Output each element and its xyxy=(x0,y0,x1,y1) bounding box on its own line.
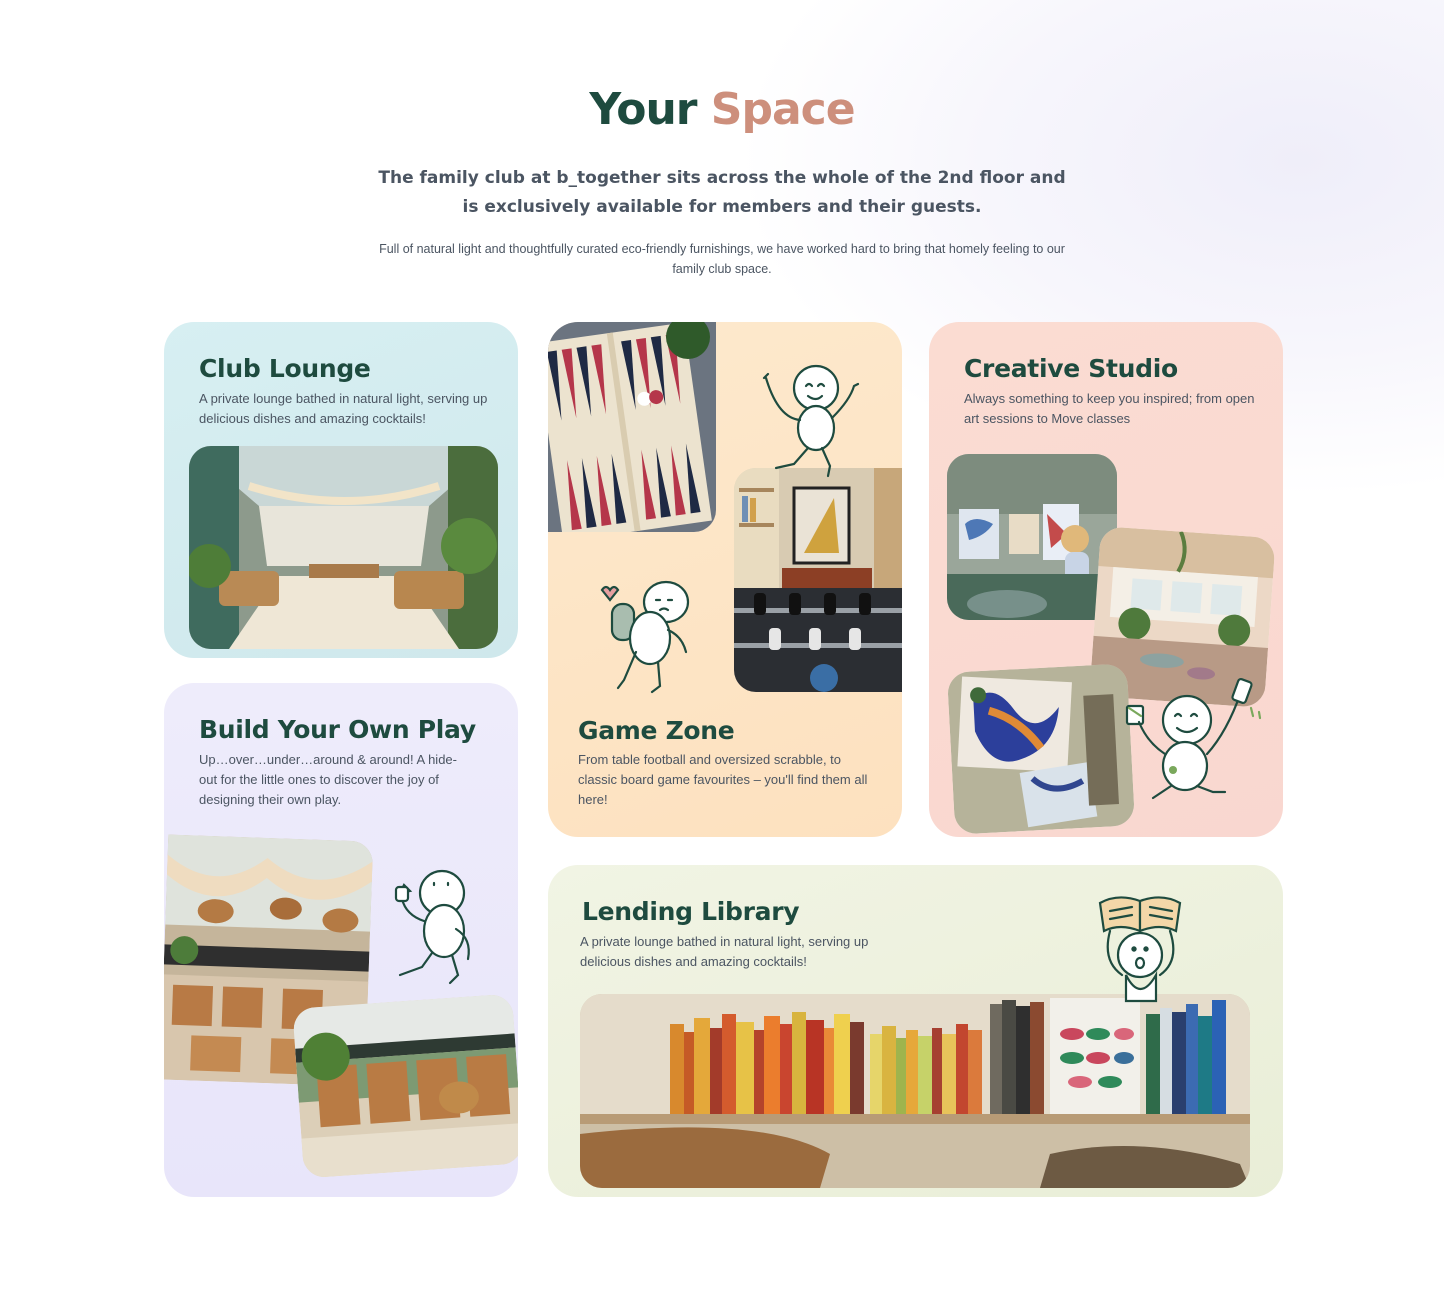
intro-sub: Full of natural light and thoughtfully c… xyxy=(379,242,1065,276)
character-doodle-climbing-icon xyxy=(392,869,482,989)
character-doodle-backpack-icon xyxy=(596,580,706,698)
game-zone-desc: From table football and oversized scrabb… xyxy=(578,752,868,807)
page-title-your: Your xyxy=(589,84,697,135)
table-football-photo xyxy=(734,468,902,692)
paintings-photo xyxy=(946,663,1136,835)
character-doodle-waving-icon xyxy=(758,360,868,480)
intro-lead: The family club at b_together sits acros… xyxy=(378,168,1066,217)
creative-studio-card: Creative Studio Always something to keep… xyxy=(929,322,1283,837)
bookshelf-photo xyxy=(580,994,1250,1188)
club-lounge-photo xyxy=(189,446,498,649)
build-play-desc: Up…over…under…around & around! A hide-ou… xyxy=(199,752,457,807)
game-zone-card: Game Zone From table football and oversi… xyxy=(548,322,902,837)
backgammon-photo xyxy=(548,322,716,532)
page-title-space: Space xyxy=(710,84,856,135)
page-title: Your Space xyxy=(0,84,1444,135)
terrace-photo xyxy=(292,993,518,1179)
build-play-title: Build Your Own Play xyxy=(199,715,476,744)
club-lounge-title: Club Lounge xyxy=(199,354,371,383)
creative-studio-desc: Always something to keep you inspired; f… xyxy=(964,391,1255,426)
lending-library-desc: A private lounge bathed in natural light… xyxy=(580,934,869,969)
lending-library-card: Lending Library A private lounge bathed … xyxy=(548,865,1283,1197)
lending-library-title: Lending Library xyxy=(582,897,800,926)
club-lounge-card: Club Lounge A private lounge bathed in n… xyxy=(164,322,518,658)
character-doodle-painting-icon xyxy=(1125,672,1275,802)
club-lounge-desc: A private lounge bathed in natural light… xyxy=(199,391,488,426)
art-easels-photo xyxy=(947,454,1117,620)
creative-studio-title: Creative Studio xyxy=(964,354,1178,383)
build-your-own-play-card: Build Your Own Play Up…over…under…around… xyxy=(164,683,518,1197)
character-doodle-book-head-icon xyxy=(1096,891,1186,1009)
game-zone-title: Game Zone xyxy=(578,716,735,745)
